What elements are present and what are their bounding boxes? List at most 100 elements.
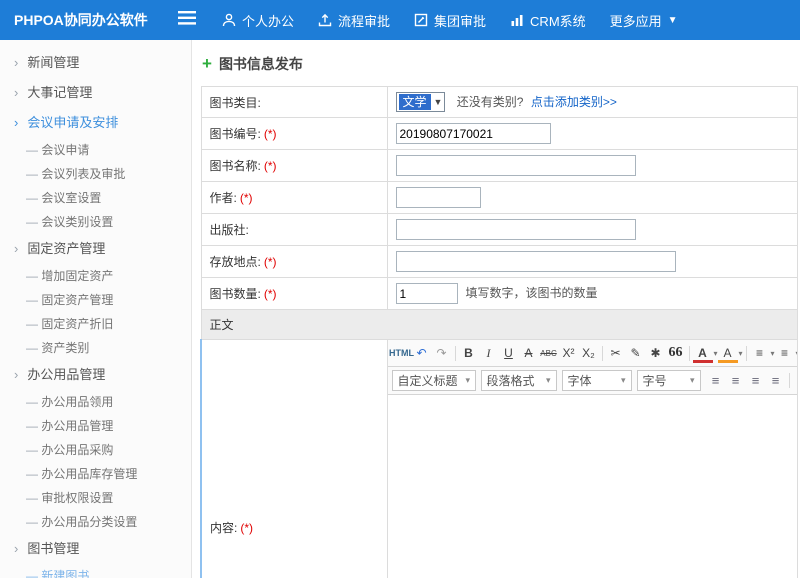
sidebar-item-supplies-management[interactable]: 办公用品管理 <box>0 414 191 438</box>
highlight-color-button[interactable]: A <box>718 343 738 363</box>
sidebar-item-fixed-asset-management[interactable]: 固定资产管理 <box>0 288 191 312</box>
sidebar-item-supplies-purchase[interactable]: 办公用品采购 <box>0 438 191 462</box>
category-selected-value: 文学 <box>399 94 431 110</box>
add-category-link[interactable]: 点击添加类别>> <box>531 95 617 109</box>
align-right-icon[interactable]: ≡ <box>746 371 766 391</box>
numbered-list-caret-icon[interactable]: ▾ <box>796 349 797 358</box>
nav-label: 集团审批 <box>434 11 486 30</box>
form-row-author: 作者:(*) <box>201 182 798 214</box>
form-row-category: 图书类目: 文学 ▼ 还没有类别? 点击添加类别>> <box>201 87 798 118</box>
required-mark: (*) <box>240 191 253 205</box>
author-input[interactable] <box>396 187 481 208</box>
align-center-icon[interactable]: ≡ <box>726 371 746 391</box>
clear-format-icon[interactable]: ✱ <box>646 343 666 363</box>
sidebar-item-meeting-apply[interactable]: 会议申请 <box>0 138 191 162</box>
app-logo: PHPOA协同办公软件 <box>0 10 178 30</box>
user-icon <box>222 13 236 27</box>
undo-icon[interactable]: ↶ <box>412 343 432 363</box>
numbered-list-button[interactable]: ≡ <box>775 343 795 363</box>
blockquote-button[interactable]: 66 <box>666 343 686 363</box>
publisher-input[interactable] <box>396 219 636 240</box>
book-number-input[interactable] <box>396 123 551 144</box>
bullet-list-button[interactable]: ≡ <box>750 343 770 363</box>
sidebar-group-office-supplies[interactable]: ›办公用品管理 <box>0 360 191 390</box>
subscript-button[interactable]: X₂ <box>579 343 599 363</box>
cut-icon[interactable]: ✂ <box>606 343 626 363</box>
location-input[interactable] <box>396 251 676 272</box>
superscript-button[interactable]: X² <box>559 343 579 363</box>
strikethrough-button[interactable]: A <box>519 343 539 363</box>
top-header: PHPOA协同办公软件 个人办公 流程审批 集团审批 CRM系统 <box>0 0 800 40</box>
sidebar-item-supplies-inventory[interactable]: 办公用品库存管理 <box>0 462 191 486</box>
sidebar-item-meeting-category-settings[interactable]: 会议类别设置 <box>0 210 191 234</box>
sidebar-item-supplies-category-settings[interactable]: 办公用品分类设置 <box>0 510 191 534</box>
author-label: 作者: <box>210 191 237 205</box>
chevron-right-icon: › <box>14 543 18 555</box>
nav-label: 个人办公 <box>242 11 294 30</box>
nav-item-personal-office[interactable]: 个人办公 <box>222 11 294 30</box>
bold-button[interactable]: B <box>459 343 479 363</box>
quantity-input[interactable] <box>396 283 458 304</box>
sidebar-group-fixed-assets[interactable]: ›固定资产管理 <box>0 234 191 264</box>
html-source-button[interactable]: HTML <box>392 343 412 363</box>
publisher-label: 出版社: <box>210 223 249 237</box>
toolbar-separator <box>789 373 790 388</box>
sidebar-group-events-management[interactable]: ›大事记管理 <box>0 78 191 108</box>
category-select[interactable]: 文学 ▼ <box>396 92 446 112</box>
italic-button[interactable]: I <box>479 343 499 363</box>
sidebar-item-fixed-asset-depreciation[interactable]: 固定资产折旧 <box>0 312 191 336</box>
highlight-color-caret-icon[interactable]: ▾ <box>739 349 743 358</box>
underline-button[interactable]: U <box>499 343 519 363</box>
group-approval-icon <box>414 13 428 27</box>
nav-item-more-apps[interactable]: 更多应用 ▼ <box>610 11 678 30</box>
toolbar-separator <box>602 346 603 361</box>
sidebar-item-supplies-claim[interactable]: 办公用品领用 <box>0 390 191 414</box>
book-number-label: 图书编号: <box>210 127 261 141</box>
hamburger-menu-icon[interactable] <box>178 11 196 30</box>
toolbar-separator <box>455 346 456 361</box>
align-left-icon[interactable]: ≡ <box>706 371 726 391</box>
format-painter-icon[interactable]: ✎ <box>626 343 646 363</box>
editor-content-area[interactable] <box>388 395 798 578</box>
page-title: + 图书信息发布 <box>200 50 798 86</box>
form-row-book-number: 图书编号:(*) <box>201 118 798 150</box>
font-family-dropdown[interactable]: 字体 <box>562 370 632 391</box>
sidebar-group-news-management[interactable]: ›新闻管理 <box>0 48 191 78</box>
form-row-book-name: 图书名称:(*) <box>201 150 798 182</box>
nav-label: 更多应用 <box>610 11 662 30</box>
font-size-dropdown[interactable]: 字号 <box>637 370 701 391</box>
font-color-button[interactable]: A <box>693 343 713 363</box>
quantity-hint: 填写数字，该图书的数量 <box>466 286 598 300</box>
toolbar-separator <box>746 346 747 361</box>
nav-label: CRM系统 <box>530 11 586 30</box>
nav-item-workflow-approval[interactable]: 流程审批 <box>318 11 390 30</box>
sidebar-item-add-fixed-asset[interactable]: 增加固定资产 <box>0 264 191 288</box>
align-justify-icon[interactable]: ≡ <box>766 371 786 391</box>
redo-icon[interactable]: ↷ <box>432 343 452 363</box>
nav-label: 流程审批 <box>338 11 390 30</box>
sidebar-item-meeting-room-settings[interactable]: 会议室设置 <box>0 186 191 210</box>
sidebar-group-meeting-management[interactable]: ›会议申请及安排 <box>0 108 191 138</box>
sidebar-group-book-management[interactable]: ›图书管理 <box>0 534 191 564</box>
form-row-quantity: 图书数量:(*) 填写数字，该图书的数量 <box>201 278 798 310</box>
nav-item-crm[interactable]: CRM系统 <box>510 11 586 30</box>
paragraph-format-dropdown[interactable]: 段落格式 <box>481 370 557 391</box>
insert-link-icon[interactable]: ∞ <box>793 371 798 391</box>
sidebar-item-new-book[interactable]: 新建图书 <box>0 564 191 578</box>
book-name-input[interactable] <box>396 155 636 176</box>
sidebar-item-asset-category[interactable]: 资产类别 <box>0 336 191 360</box>
toolbar-separator <box>689 346 690 361</box>
chevron-right-icon: › <box>14 57 18 69</box>
sidebar-item-meeting-list-approval[interactable]: 会议列表及审批 <box>0 162 191 186</box>
sidebar-item-approval-permission-settings[interactable]: 审批权限设置 <box>0 486 191 510</box>
plus-icon: + <box>202 57 212 71</box>
custom-title-dropdown[interactable]: 自定义标题 <box>392 370 476 391</box>
chevron-right-icon: › <box>14 369 18 381</box>
editor-toolbar-row1: HTML ↶ ↷ B I U A ABC X² X₂ ✂ ✎ <box>388 340 798 367</box>
sidebar: ›新闻管理 ›大事记管理 ›会议申请及安排 会议申请 会议列表及审批 会议室设置… <box>0 40 192 578</box>
spellcheck-button[interactable]: ABC <box>539 343 559 363</box>
chevron-down-icon: ▼ <box>668 15 678 26</box>
nav-item-group-approval[interactable]: 集团审批 <box>414 11 486 30</box>
form-row-publisher: 出版社: <box>201 214 798 246</box>
required-mark: (*) <box>264 287 277 301</box>
